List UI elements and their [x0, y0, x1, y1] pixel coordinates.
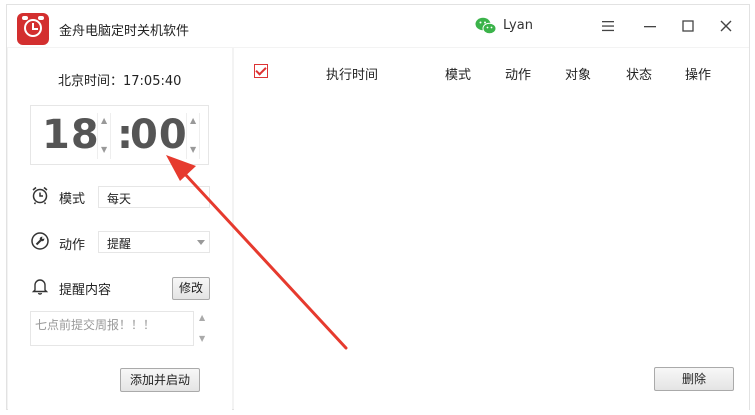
close-icon[interactable]: [715, 15, 737, 37]
settings-panel: 北京时间：17:05:40 18 ▲ ▼ : 00 ▲ ▼ 模式 每天 动作 提…: [8, 48, 232, 410]
alarm-clock-icon: [32, 186, 48, 205]
minimize-icon[interactable]: [639, 15, 661, 37]
minute-stepper[interactable]: ▲ ▼: [186, 113, 200, 159]
column-header: 状态: [626, 68, 653, 83]
mode-select[interactable]: 每天: [98, 186, 210, 208]
mode-label: 模式: [59, 192, 86, 207]
column-header: 执行时间: [326, 68, 379, 83]
task-list-panel: 执行时间 模式 动作 对象 状态 操作 删除: [234, 48, 749, 410]
remind-content-label: 提醒内容: [59, 283, 112, 298]
scroll-down-icon[interactable]: ▼: [199, 334, 205, 343]
maximize-icon[interactable]: [677, 15, 699, 37]
mode-value: 每天: [107, 192, 132, 206]
remind-scrollbar[interactable]: ▲ ▼: [196, 311, 210, 346]
remind-text-area[interactable]: 七点前提交周报！！！: [30, 311, 194, 346]
delete-button[interactable]: 删除: [654, 367, 734, 391]
add-and-start-button[interactable]: 添加并启动: [120, 368, 200, 392]
select-all-checkbox[interactable]: [254, 64, 268, 78]
wechat-icon: [475, 17, 497, 35]
modify-button[interactable]: 修改: [172, 277, 210, 300]
hour-stepper[interactable]: ▲ ▼: [97, 113, 111, 159]
minute-down-icon[interactable]: ▼: [190, 145, 196, 154]
wrench-icon: [31, 232, 49, 250]
column-header: 动作: [505, 68, 532, 83]
minute-value[interactable]: 00: [130, 112, 188, 158]
alarm-clock-logo-icon: [17, 13, 49, 45]
action-value: 提醒: [107, 237, 132, 251]
column-header: 操作: [685, 68, 712, 83]
hour-down-icon[interactable]: ▼: [101, 145, 107, 154]
title-bar: 金舟电脑定时关机软件 Lyan: [7, 5, 749, 47]
app-title: 金舟电脑定时关机软件: [59, 24, 190, 39]
app-window: 金舟电脑定时关机软件 Lyan 北京时间：17:05:40 18 ▲ ▼: 0…: [6, 4, 750, 410]
hour-value[interactable]: 18: [42, 112, 100, 158]
beijing-time-label: 北京时间：17:05:40: [58, 74, 182, 89]
minute-up-icon[interactable]: ▲: [190, 116, 196, 125]
column-header: 对象: [565, 68, 592, 83]
action-select[interactable]: 提醒: [98, 231, 210, 253]
bell-icon: [31, 279, 49, 295]
hour-up-icon[interactable]: ▲: [101, 116, 107, 125]
scroll-up-icon[interactable]: ▲: [199, 313, 205, 322]
time-picker: 18 ▲ ▼ : 00 ▲ ▼: [30, 105, 209, 165]
user-name[interactable]: Lyan: [503, 18, 533, 33]
action-label: 动作: [59, 238, 86, 253]
menu-icon[interactable]: [597, 15, 619, 37]
chevron-down-icon[interactable]: [197, 240, 205, 245]
column-header: 模式: [445, 68, 472, 83]
